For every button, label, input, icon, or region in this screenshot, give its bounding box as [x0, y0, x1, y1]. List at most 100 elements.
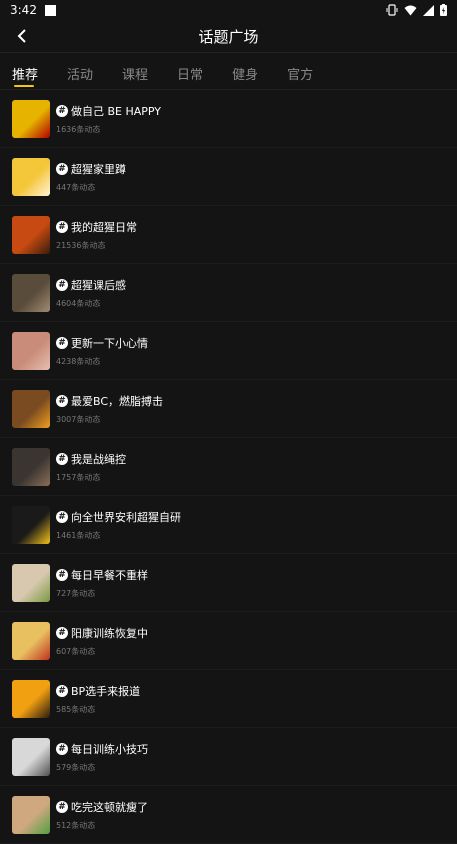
- hashtag-icon: #: [56, 278, 68, 291]
- back-button[interactable]: [12, 24, 32, 48]
- tab-1[interactable]: 活动: [67, 64, 93, 89]
- tab-3[interactable]: 日常: [177, 64, 203, 89]
- topic-title-line: # 超猩课后感: [56, 277, 126, 293]
- topic-post-count: 1757条动态: [56, 472, 101, 482]
- topic-post-count: 3007条动态: [56, 414, 101, 424]
- vibrate-icon: [386, 4, 398, 16]
- topic-title-line: # 超猩家里蹲: [56, 161, 126, 177]
- tab-2[interactable]: 课程: [122, 64, 148, 89]
- topic-post-count: 727条动态: [56, 588, 96, 598]
- hashtag-icon: #: [56, 800, 68, 813]
- topic-title-line: # 向全世界安利超猩自研: [56, 509, 181, 525]
- topic-post-count: 607条动态: [56, 646, 96, 656]
- topic-name: 做自己 BE HAPPY: [71, 104, 162, 118]
- topic-info: # 更新一下小心情 4238条动态: [56, 335, 148, 367]
- hashtag-icon: #: [56, 568, 68, 581]
- tab-5[interactable]: 官方: [287, 64, 313, 89]
- topic-title-line: # 最爱BC，燃脂搏击: [56, 393, 163, 409]
- chevron-left-icon: [17, 29, 26, 43]
- topic-row[interactable]: # 做自己 BE HAPPY 1636条动态: [0, 90, 457, 148]
- page-title: 话题广场: [198, 27, 259, 46]
- topic-post-count: 4604条动态: [56, 298, 101, 308]
- topic-post-count: 512条动态: [56, 820, 96, 830]
- topic-row[interactable]: # BP选手来报道 585条动态: [0, 670, 457, 728]
- topic-thumbnail: [12, 331, 50, 370]
- topic-row[interactable]: # 最爱BC，燃脂搏击 3007条动态: [0, 380, 457, 438]
- hashtag-icon: #: [56, 394, 68, 407]
- category-tabs: 推荐 活动 课程 日常 健身 官方: [0, 53, 457, 90]
- topic-post-count: 1636条动态: [56, 124, 101, 134]
- topic-post-count: 447条动态: [56, 182, 96, 192]
- topic-row[interactable]: # 阳康训练恢复中 607条动态: [0, 612, 457, 670]
- battery-icon: [440, 4, 447, 16]
- topic-row[interactable]: # 吃完这顿就瘦了 512条动态: [0, 786, 457, 844]
- topic-name: 最爱BC，燃脂搏击: [71, 394, 164, 408]
- topic-info: # 超猩课后感 4604条动态: [56, 277, 126, 309]
- topic-info: # 我的超猩日常 21536条动态: [56, 219, 137, 251]
- topic-name: 吃完这顿就瘦了: [71, 800, 148, 814]
- topic-title-line: # 我的超猩日常: [56, 219, 137, 235]
- topic-info: # 每日早餐不重样 727条动态: [56, 567, 148, 599]
- topic-info: # 最爱BC，燃脂搏击 3007条动态: [56, 393, 163, 425]
- topic-row[interactable]: # 每日早餐不重样 727条动态: [0, 554, 457, 612]
- tab-0[interactable]: 推荐: [12, 64, 38, 89]
- status-time: 3:42: [10, 3, 37, 17]
- app-header: 话题广场: [0, 20, 457, 53]
- notification-icon: [44, 4, 56, 16]
- topic-thumbnail: [12, 737, 50, 776]
- topic-thumbnail: [12, 621, 50, 660]
- topic-thumbnail: [12, 505, 50, 544]
- topic-title-line: # BP选手来报道: [56, 683, 140, 699]
- topic-title-line: # 每日训练小技巧: [56, 741, 148, 757]
- topic-row[interactable]: # 更新一下小心情 4238条动态: [0, 322, 457, 380]
- topic-name: BP选手来报道: [71, 684, 141, 698]
- topic-thumbnail: [12, 679, 50, 718]
- hashtag-icon: #: [56, 336, 68, 349]
- hashtag-icon: #: [56, 684, 68, 697]
- topic-row[interactable]: # 超猩家里蹲 447条动态: [0, 148, 457, 206]
- topic-info: # 我是战绳控 1757条动态: [56, 451, 126, 483]
- topic-row[interactable]: # 向全世界安利超猩自研 1461条动态: [0, 496, 457, 554]
- hashtag-icon: #: [56, 510, 68, 523]
- topic-title-line: # 每日早餐不重样: [56, 567, 148, 583]
- topic-title-line: # 阳康训练恢复中: [56, 625, 148, 641]
- topic-title-line: # 更新一下小心情: [56, 335, 148, 351]
- topic-post-count: 4238条动态: [56, 356, 101, 366]
- topic-row[interactable]: # 我是战绳控 1757条动态: [0, 438, 457, 496]
- topic-name: 每日训练小技巧: [71, 742, 148, 756]
- hashtag-icon: #: [56, 452, 68, 465]
- topic-thumbnail: [12, 273, 50, 312]
- topic-row[interactable]: # 每日训练小技巧 579条动态: [0, 728, 457, 786]
- topic-name: 向全世界安利超猩自研: [71, 510, 181, 524]
- topic-thumbnail: [12, 215, 50, 254]
- topic-info: # 阳康训练恢复中 607条动态: [56, 625, 148, 657]
- topic-post-count: 21536条动态: [56, 240, 106, 250]
- topic-info: # 每日训练小技巧 579条动态: [56, 741, 148, 773]
- topic-title-line: # 吃完这顿就瘦了: [56, 799, 148, 815]
- topic-thumbnail: [12, 563, 50, 602]
- signal-icon: [423, 4, 434, 16]
- hashtag-icon: #: [56, 104, 68, 117]
- topic-name: 超猩课后感: [71, 278, 126, 292]
- topic-post-count: 579条动态: [56, 762, 96, 772]
- topic-row[interactable]: # 我的超猩日常 21536条动态: [0, 206, 457, 264]
- topic-name: 更新一下小心情: [71, 336, 148, 350]
- topic-info: # BP选手来报道 585条动态: [56, 683, 140, 715]
- topic-thumbnail: [12, 99, 50, 138]
- hashtag-icon: #: [56, 162, 68, 175]
- topic-name: 我是战绳控: [71, 452, 126, 466]
- topic-name: 我的超猩日常: [71, 220, 137, 234]
- topic-row[interactable]: # 超猩课后感 4604条动态: [0, 264, 457, 322]
- topic-list: # 做自己 BE HAPPY 1636条动态 # 超猩家里蹲 447条动态 # 我的超猩日常 2…: [0, 90, 457, 844]
- topic-title-line: # 做自己 BE HAPPY: [56, 103, 161, 119]
- topic-title-line: # 我是战绳控: [56, 451, 126, 467]
- topic-info: # 做自己 BE HAPPY 1636条动态: [56, 103, 161, 135]
- hashtag-icon: #: [56, 742, 68, 755]
- topic-thumbnail: [12, 447, 50, 486]
- topic-info: # 超猩家里蹲 447条动态: [56, 161, 126, 193]
- topic-thumbnail: [12, 157, 50, 196]
- topic-post-count: 585条动态: [56, 704, 96, 714]
- status-bar: 3:42: [0, 0, 457, 20]
- wifi-icon: [404, 5, 417, 15]
- tab-4[interactable]: 健身: [232, 64, 258, 89]
